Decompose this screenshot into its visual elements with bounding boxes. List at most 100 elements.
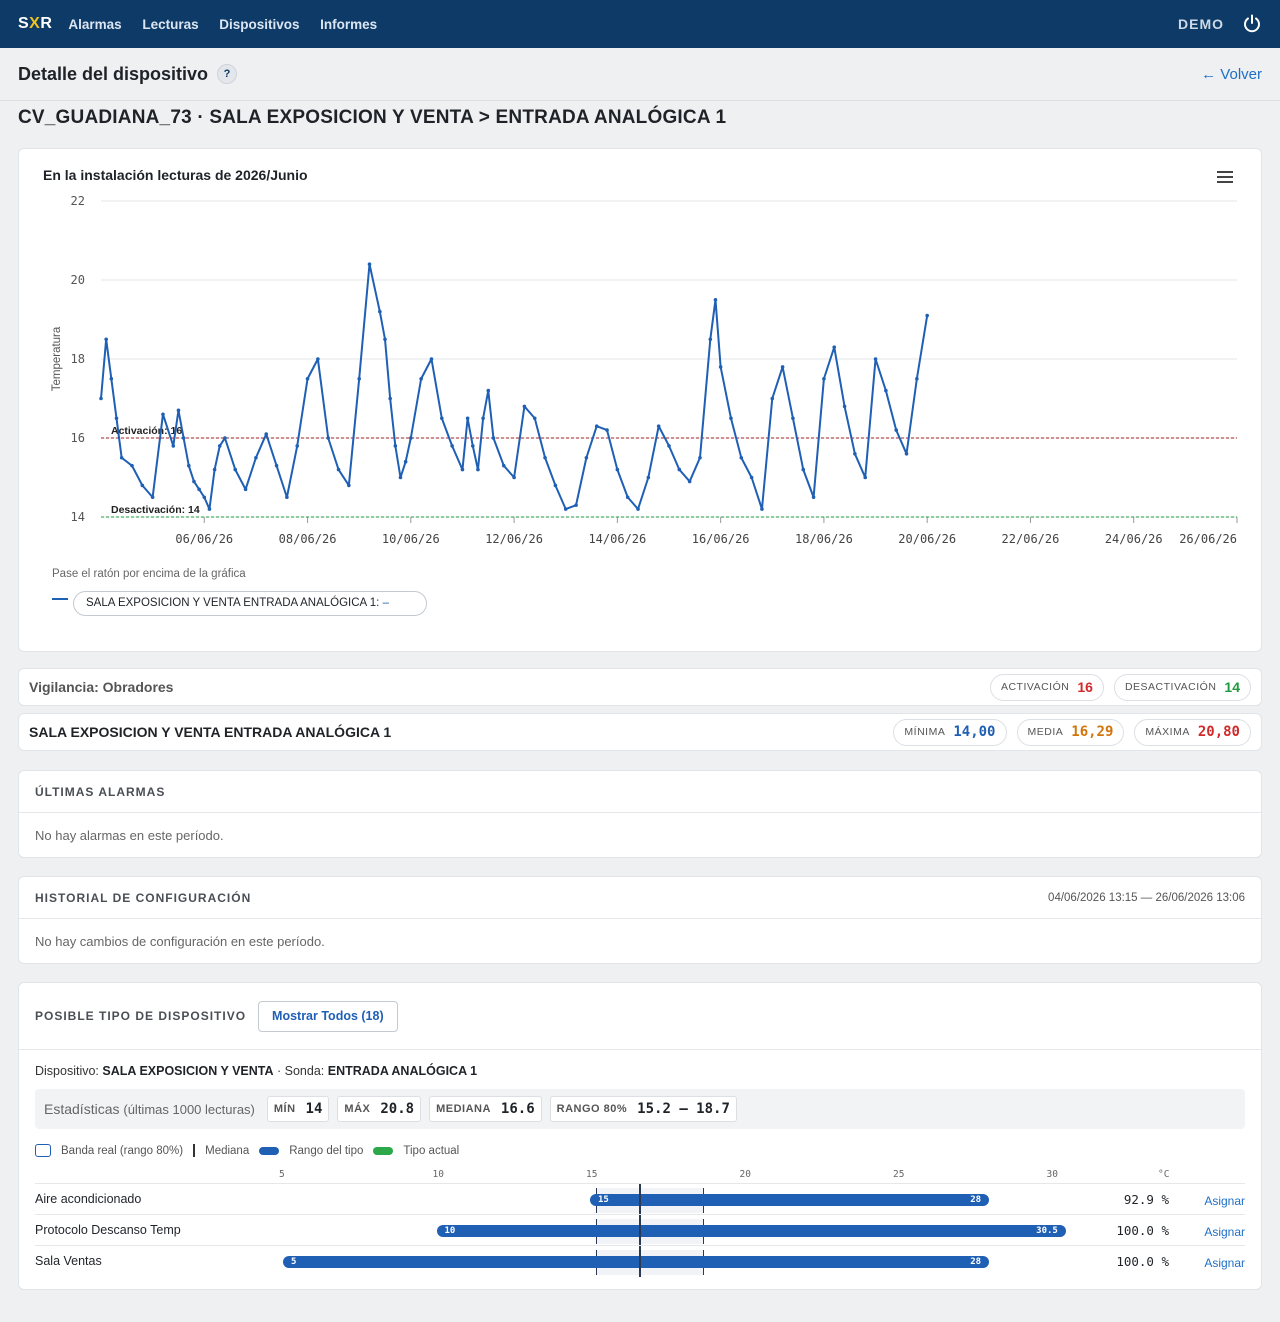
data-point (915, 376, 919, 381)
stats-title: Estadísticas (44, 1101, 120, 1117)
data-point (109, 376, 114, 381)
data-point (347, 483, 351, 488)
device-type-card: POSIBLE TIPO DE DISPOSITIVO Mostrar Todo… (18, 982, 1262, 1290)
y-tick-label: 14 (71, 510, 85, 524)
back-link[interactable]: ← Volver (1201, 66, 1262, 83)
app-logo[interactable]: SXR (18, 15, 52, 33)
data-point (295, 444, 300, 448)
x-tick-label: 16/06/26 (692, 532, 750, 546)
nav-informes[interactable]: Informes (320, 17, 377, 32)
scale-tick: 25 (893, 1169, 905, 1180)
assign-link[interactable]: Asignar (1204, 1256, 1245, 1270)
alarms-title: ÚLTIMAS ALARMAS (35, 784, 166, 799)
power-icon[interactable] (1242, 14, 1262, 34)
x-tick-label: 22/06/26 (1002, 532, 1060, 546)
type-range-bar: 15 28 (590, 1194, 990, 1206)
data-point (176, 408, 181, 413)
x-tick-label: 20/06/26 (898, 532, 956, 546)
max-value: 20,80 (1197, 724, 1240, 740)
main-nav: Alarmas Lecturas Dispositivos Informes (68, 17, 394, 32)
data-point (832, 345, 837, 349)
data-point (677, 467, 682, 472)
data-point (233, 467, 238, 472)
scale-tick: 30 (1046, 1169, 1058, 1180)
data-point (873, 357, 878, 361)
data-point (739, 455, 744, 460)
data-point (801, 467, 806, 472)
data-point (150, 495, 155, 500)
data-point (243, 487, 248, 492)
type-name: Protocolo Descanso Temp (35, 1223, 181, 1237)
data-point (656, 424, 661, 428)
data-point (171, 444, 176, 448)
data-point (491, 436, 496, 440)
data-point (460, 467, 465, 472)
assign-link[interactable]: Asignar (1204, 1225, 1245, 1239)
type-match-pct: 92.9 % (1123, 1192, 1169, 1207)
nav-alarmas[interactable]: Alarmas (68, 17, 121, 32)
data-point (863, 475, 868, 480)
data-point (140, 483, 145, 488)
data-point (336, 467, 341, 472)
scale-unit: °C (1158, 1169, 1170, 1180)
nav-lecturas[interactable]: Lecturas (142, 17, 198, 32)
data-point (357, 376, 361, 381)
data-point (403, 459, 408, 464)
type-match-pct: 100.0 % (1116, 1254, 1169, 1269)
nav-dispositivos[interactable]: Dispositivos (219, 17, 299, 32)
data-point (429, 357, 434, 361)
avg-badge: MEDIA 16,29 (1016, 718, 1125, 746)
y-tick-label: 22 (71, 194, 85, 208)
scale-tick: 10 (432, 1169, 444, 1180)
data-point (713, 297, 718, 302)
show-all-button[interactable]: Mostrar Todos (18) (258, 1000, 398, 1032)
data-point (574, 503, 578, 507)
x-tick-label: 14/06/26 (588, 532, 646, 546)
x-tick-label: 24/06/26 (1105, 532, 1163, 546)
deactivation-value: 14 (1224, 679, 1240, 695)
data-point (367, 262, 372, 266)
chart-menu-icon[interactable] (1217, 171, 1233, 185)
stat-min: MÍN 14 (266, 1096, 330, 1122)
data-point (594, 424, 599, 428)
y-tick-label: 18 (71, 352, 85, 366)
user-name[interactable]: DEMO (1178, 16, 1224, 32)
data-point (223, 436, 227, 440)
chart-legend-item[interactable]: SALA EXPOSICION Y VENTA ENTRADA ANALÓGIC… (73, 591, 427, 616)
data-point (770, 396, 775, 401)
help-icon[interactable]: ? (217, 64, 238, 84)
data-point (316, 357, 320, 361)
page-header: Detalle del dispositivo ? ← Volver (18, 60, 1262, 88)
alarms-empty: No hay alarmas en este período. (35, 828, 224, 843)
data-point (811, 495, 816, 500)
data-point (553, 483, 558, 488)
config-history-range: 04/06/2026 13:15 — 26/06/2026 13:06 (1048, 891, 1245, 904)
min-value: 14,00 (953, 724, 996, 740)
data-point (181, 436, 186, 440)
data-point (305, 376, 310, 381)
threshold-label: Activación: 16 (111, 425, 182, 437)
data-point (465, 416, 470, 421)
data-point (687, 479, 692, 484)
type-name: Aire acondicionado (35, 1192, 142, 1206)
data-point (563, 507, 568, 511)
type-row: 10 30.5 Protocolo Descanso Temp 100.0 % Asig… (35, 1214, 1245, 1246)
data-point (522, 404, 527, 409)
data-point (192, 479, 196, 484)
activation-badge: ACTIVACIÓN 16 (989, 673, 1104, 701)
device-title: CV_GUADIANA_73 · SALA EXPOSICION Y VENTA… (18, 107, 727, 128)
config-history-empty: No hay cambios de configuración en este … (35, 934, 325, 949)
data-point (99, 396, 103, 401)
stat-max: MÁX 20.8 (337, 1096, 422, 1122)
data-point (217, 444, 222, 448)
activation-value: 16 (1077, 679, 1093, 695)
max-badge: MÁXIMA 20,80 (1134, 718, 1251, 746)
top-navbar: SXR Alarmas Lecturas Dispositivos Inform… (0, 0, 1280, 48)
median-marker (639, 1184, 641, 1215)
assign-link[interactable]: Asignar (1204, 1194, 1245, 1208)
data-point (378, 309, 382, 314)
data-point (388, 396, 392, 401)
scale-tick: 20 (739, 1169, 751, 1180)
data-point (584, 455, 589, 460)
y-tick-label: 16 (71, 431, 85, 445)
